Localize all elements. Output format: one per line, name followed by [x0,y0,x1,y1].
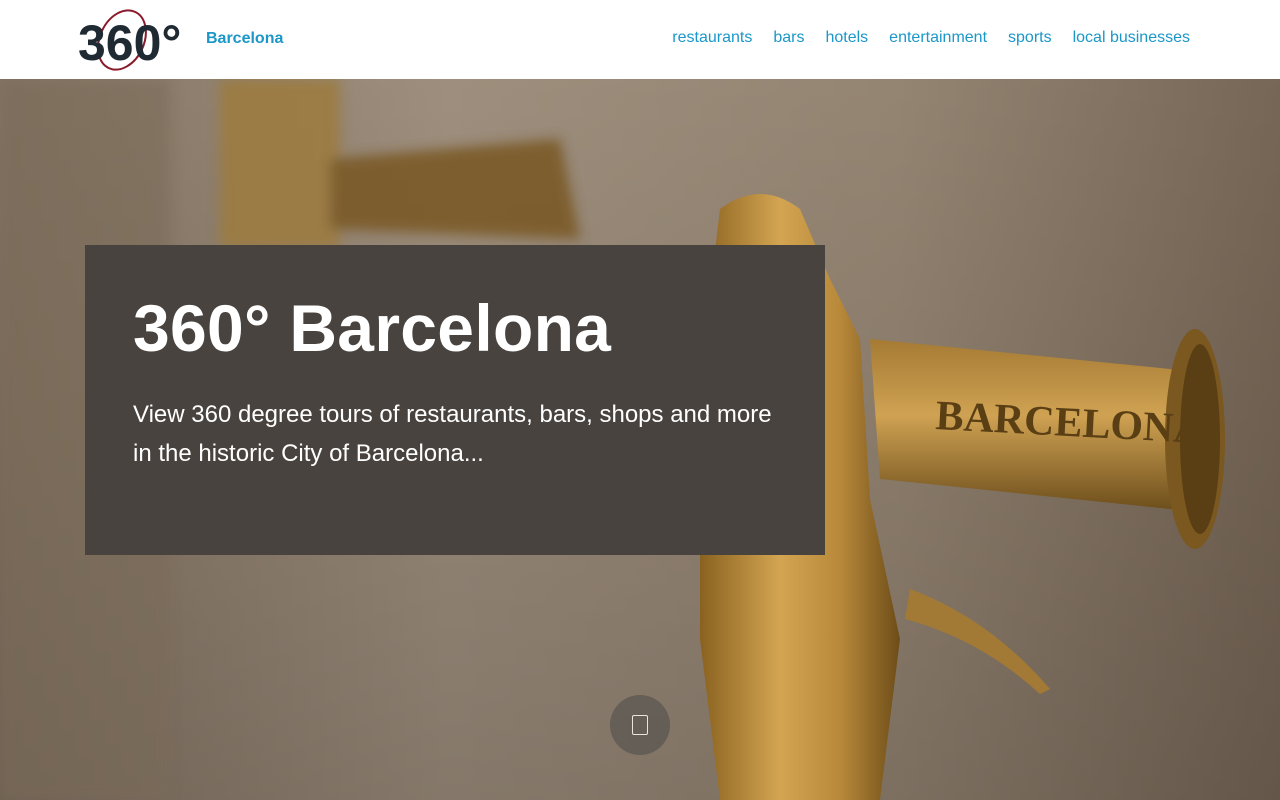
nav-hotels[interactable]: hotels [825,29,868,47]
nav-bars[interactable]: bars [773,29,804,47]
svg-text:360°: 360° [78,15,181,71]
main-nav: restaurants bars hotels entertainment sp… [672,29,1190,47]
hero-description: View 360 degree tours of restaurants, ba… [133,401,772,467]
logo-icon: 360° [78,9,181,71]
nav-sports[interactable]: sports [1008,29,1052,47]
scroll-down-icon [632,715,648,735]
hero-section: BARCELONA 360° Barcelona View 360 degree… [0,79,1280,800]
brand-label[interactable]: Barcelona [206,30,283,48]
nav-entertainment[interactable]: entertainment [889,29,987,47]
hero-panel: 360° Barcelona View 360 degree tours of … [85,245,825,555]
hero-title: 360° Barcelona [133,291,612,365]
nav-restaurants[interactable]: restaurants [672,29,752,47]
scroll-down-button[interactable] [610,695,670,755]
nav-local-businesses[interactable]: local businesses [1073,29,1190,47]
site-header: 360° Barcelona restaurants bars hotels e… [0,0,1280,79]
